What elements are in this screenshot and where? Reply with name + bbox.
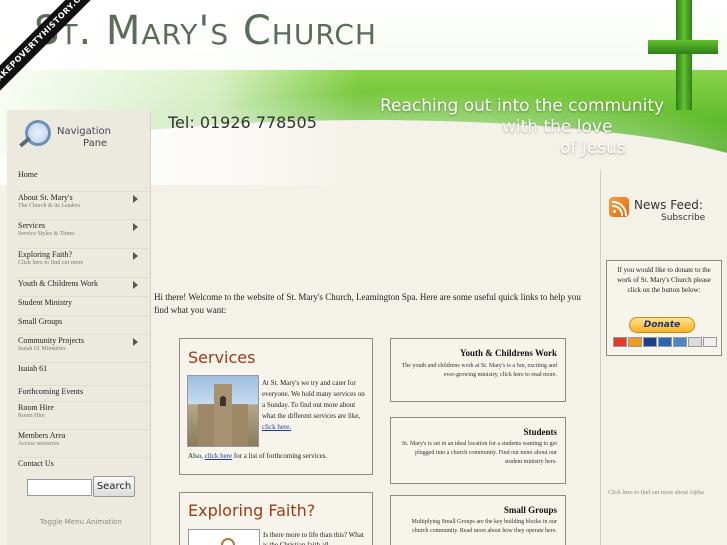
nav-item-label: Community Projects [18,336,84,345]
donate-button[interactable]: Donate [629,317,695,333]
nav-item-sub: The Church & its Leaders [18,203,81,209]
donate-box: If you would like to donate to the work … [606,260,722,356]
nav-item-contact[interactable]: Contact Us [18,458,150,475]
submenu-arrow-icon [133,281,138,289]
nav-item-events[interactable]: Forthcoming Events [18,386,150,402]
nav-item-home[interactable]: Home [18,169,150,192]
card-icon [628,337,642,347]
small-groups-title: Small Groups [503,505,557,515]
subscribe-link[interactable]: Subscribe [661,213,705,223]
nav-item-members-area[interactable]: Members Area Access resources [18,430,150,458]
toggle-menu-animation-link[interactable]: Toggle Menu Animation [40,518,122,526]
students-box[interactable]: Students St. Mary's is set in an ideal l… [390,417,566,484]
services-text-block: At St. Mary's we try and cater for every… [262,378,366,433]
nav-item-sub: Access resources [18,441,60,447]
nav-item-about[interactable]: About St. Mary's The Church & its Leaders [18,192,150,220]
nav-item-sub: Click here to find out more [18,260,84,266]
search-input[interactable] [27,479,92,496]
nav-item-student-ministry[interactable]: Student Ministry [18,297,150,316]
youth-text: The youth and childrens work at St. Mary… [401,363,557,378]
card-icon [673,337,687,347]
alpha-link[interactable]: Click here to find out more about Alpha [608,490,704,496]
submenu-arrow-icon [133,223,138,231]
cross-icon [648,0,718,110]
church-photo [187,375,259,447]
small-groups-box[interactable]: Small Groups Multiplying Small Groups ar… [390,495,566,545]
services-text: At St. Mary's we try and cater for every… [262,379,365,420]
card-icon [688,337,702,347]
services-also-line: Also, click here for a list of forthcomi… [188,451,368,462]
forthcoming-services-link[interactable]: click here [205,452,232,460]
card-icon [643,337,657,347]
tagline-line: of Jesus [560,138,626,158]
site-title: St. Mary's Church [34,8,377,54]
small-groups-text: Multiplying Small Groups are the key bui… [411,519,558,534]
nav-item-sub: Isaiah 61 Ministries [18,346,66,352]
exploring-faith-title: Exploring Faith? [188,501,316,520]
nav-item-label: Isaiah 61 [18,364,48,373]
nav-item-room-hire[interactable]: Room Hire Room Hire [18,402,150,430]
services-also-post: for a list of forthcoming services. [233,452,328,460]
services-box: Services At St. Mary's we try and cater … [179,338,373,475]
services-also-pre: Also, [188,452,203,460]
nav-item-small-groups[interactable]: Small Groups [18,316,150,335]
nav-item-services[interactable]: Services Service Styles & Times [18,220,150,249]
donate-text: If you would like to donate to the work … [617,266,711,294]
nav-item-label: Room Hire [18,403,54,412]
phone-number: Tel: 01926 778505 [168,113,317,132]
tagline-line: with the love [502,117,613,137]
nav-item-isaiah-61[interactable]: Isaiah 61 [18,363,150,386]
search-button[interactable]: Search [93,476,135,497]
exploring-faith-box: Exploring Faith? Is there more to life t… [179,492,373,545]
nav-item-exploring-faith[interactable]: Exploring Faith? Click here to find out m… [18,249,150,278]
right-sidebar: News Feed: Subscribe If you would like t… [600,170,727,545]
navigation-pane-header: Navigation Pane [19,116,145,156]
card-icon [703,337,717,347]
submenu-arrow-icon [133,338,138,346]
nav-item-community-projects[interactable]: Community Projects Isaiah 61 Ministries [18,335,150,363]
nav-menu: Home About St. Mary's The Church & its Le… [18,169,150,475]
nav-pane-title: Pane [83,138,108,149]
submenu-arrow-icon [133,252,138,260]
nav-item-label: Home [18,170,38,179]
students-text: St. Mary's is set in an ideal location f… [401,441,557,465]
page: St. Mary's Church Tel: 01926 778505 Reac… [0,0,727,545]
nav-item-label: Members Area [18,431,66,440]
youth-title: Youth & Childrens Work [460,348,557,358]
nav-item-sub: Service Styles & Times [18,231,75,237]
faith-image-icon [221,538,235,545]
nav-item-label: Contact Us [18,459,54,468]
nav-item-label: Youth & Childrens Work [18,279,98,288]
card-icon [613,337,627,347]
welcome-text: Hi there! Welcome to the website of St. … [154,292,581,315]
exploring-faith-text: Is there more to life than this? What is… [263,531,364,545]
submenu-arrow-icon [133,195,138,203]
nav-item-label: Services [18,221,46,230]
news-feed-title: News Feed: [634,198,703,212]
faith-image [188,529,260,545]
payment-cards [613,337,717,347]
services-click-here-link[interactable]: click here. [262,423,291,431]
nav-item-label: Student Ministry [18,298,73,307]
nav-item-label: About St. Mary's [18,193,73,202]
nav-item-label: Small Groups [18,317,63,326]
tagline: Reaching out into the community with the… [380,96,680,159]
rss-icon[interactable] [609,197,629,217]
left-sidebar: Navigation Pane Home About St. Mary's The … [7,110,151,545]
nav-item-label: Forthcoming Events [18,387,84,396]
card-icon [658,337,672,347]
students-title: Students [523,427,557,437]
nav-item-youth[interactable]: Youth & Childrens Work [18,278,150,297]
nav-item-label: Exploring Faith? [18,250,72,259]
tagline-line: Reaching out into the community [380,96,665,116]
services-title: Services [188,348,256,367]
magnifier-icon [25,120,51,146]
youth-box[interactable]: Youth & Childrens Work The youth and chi… [390,338,566,402]
nav-pane-title: Navigation [57,126,111,137]
nav-item-sub: Room Hire [18,413,45,419]
